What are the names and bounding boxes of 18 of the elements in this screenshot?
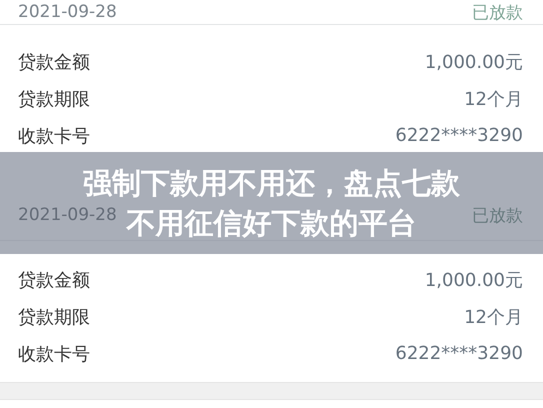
detail-value: 12个月 (464, 306, 523, 328)
loan-status: 已放款 (472, 204, 523, 226)
headline-line: 强制下款用不用还，盘点七款 (83, 165, 460, 202)
headline-line: 不用征信好下款的平台 (126, 205, 416, 242)
detail-label: 贷款期限 (18, 306, 90, 328)
detail-value: 6222****3290 (395, 343, 523, 364)
detail-label: 贷款金额 (18, 268, 90, 292)
detail-label: 收款卡号 (18, 342, 90, 366)
detail-label: 贷款金额 (18, 50, 90, 74)
detail-value: 12个月 (464, 88, 523, 110)
detail-label: 收款卡号 (18, 124, 90, 148)
record-date: 2021-09-28 (18, 2, 117, 22)
detail-value: 1,000.00元 (424, 268, 523, 292)
detail-value: 6222****3290 (395, 125, 523, 146)
loan-status: 已放款 (472, 2, 523, 24)
detail-label: 贷款期限 (18, 88, 90, 110)
detail-value: 1,000.00元 (424, 50, 523, 74)
record-date: 2021-09-28 (18, 205, 117, 225)
